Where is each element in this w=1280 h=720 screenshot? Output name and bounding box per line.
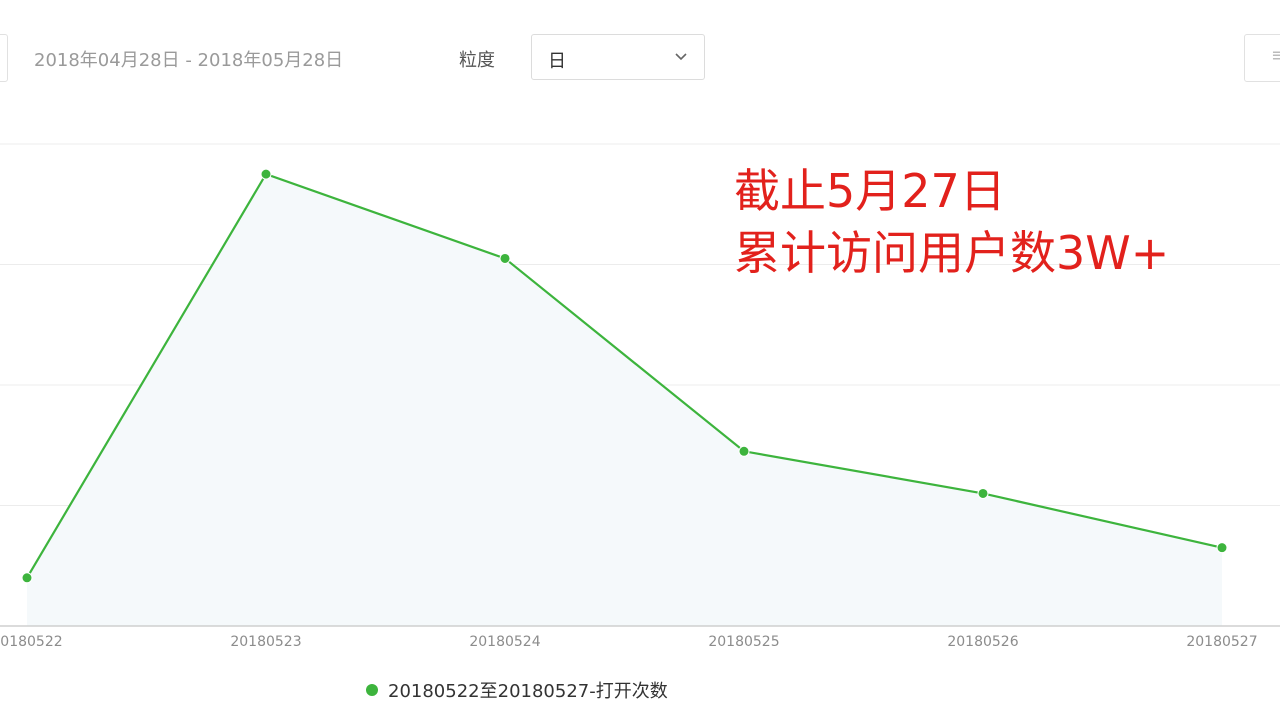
x-tick-label: 20180525 (708, 634, 779, 650)
legend-marker (366, 684, 378, 696)
data-point-20180526[interactable] (977, 487, 989, 499)
data-point-20180525[interactable] (738, 445, 750, 457)
annotation-line-2: 累计访问用户数3W+ (734, 226, 1170, 280)
annotation-text: 截止5月27日 累计访问用户数3W+ (734, 160, 1169, 284)
x-tick-labels: 20180522 20180523 20180524 20180525 20180526… (0, 634, 1258, 650)
data-point-20180522[interactable] (21, 572, 33, 584)
x-tick-label: 20180523 (230, 634, 301, 650)
data-point-20180523[interactable] (260, 168, 272, 180)
line-chart: 20180522 20180523 20180524 20180525 20180526… (0, 143, 1280, 650)
x-tick-label: 20180527 (1186, 634, 1257, 650)
x-tick-label: 20180524 (469, 634, 540, 650)
legend-label: 20180522至20180527-打开次数 (388, 681, 668, 702)
annotation-line-1: 截止5月27日 (734, 164, 1006, 218)
chart-legend[interactable]: 20180522至20180527-打开次数 (366, 678, 668, 702)
x-tick-label: 20180526 (947, 634, 1018, 650)
data-point-20180527[interactable] (1216, 542, 1228, 554)
data-point-20180524[interactable] (499, 252, 511, 264)
x-tick-label: 20180522 (0, 634, 63, 650)
